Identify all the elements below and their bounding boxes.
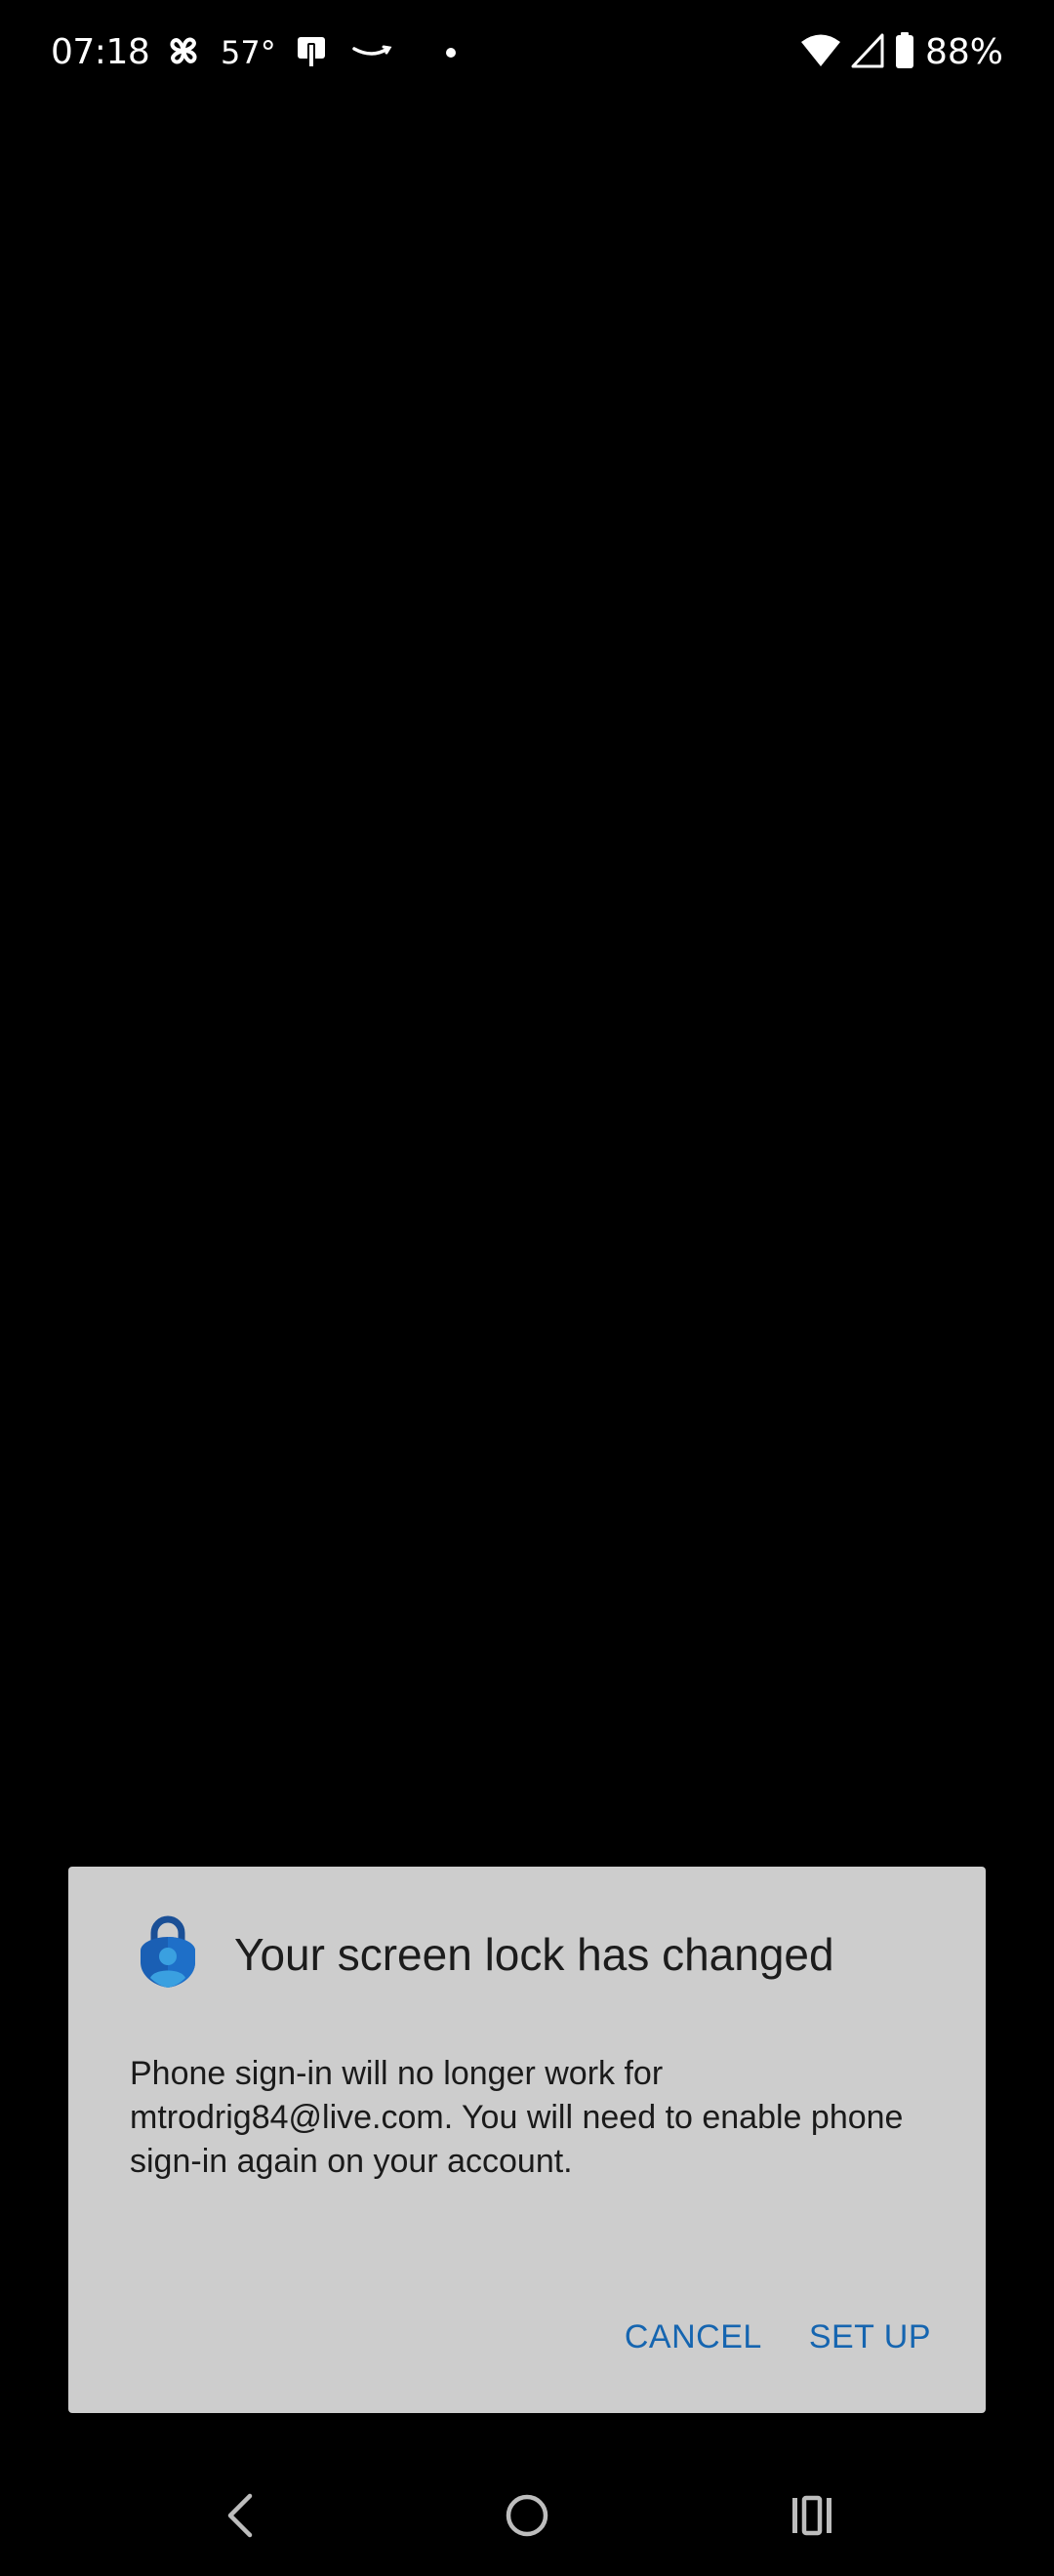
- dialog-header: Your screen lock has changed: [135, 1915, 834, 1993]
- status-icons-right: 88%: [800, 29, 1003, 76]
- recents-button[interactable]: [753, 2459, 871, 2576]
- recents-icon: [789, 2494, 835, 2541]
- status-time: 07:18: [51, 32, 150, 72]
- pinwheel-icon: [164, 31, 203, 74]
- cell-signal-icon: [851, 33, 884, 72]
- dialog-actions: CANCEL SET UP: [625, 2315, 931, 2358]
- cancel-button[interactable]: CANCEL: [625, 2315, 762, 2358]
- set-up-button[interactable]: SET UP: [809, 2315, 931, 2358]
- battery-percentage: 88%: [924, 32, 1003, 72]
- screen-lock-dialog: Your screen lock has changed Phone sign-…: [68, 1867, 986, 2413]
- home-button[interactable]: [468, 2459, 586, 2576]
- status-icons-left: 57°: [164, 29, 456, 76]
- status-bar: 07:18 57° 88%: [0, 0, 1054, 107]
- home-icon: [504, 2492, 550, 2543]
- amazon-smile-icon: [350, 31, 393, 74]
- wifi-icon: [800, 33, 841, 72]
- temperature-text: 57°: [221, 34, 276, 71]
- dialog-title: Your screen lock has changed: [234, 1929, 834, 1980]
- dialog-message: Phone sign-in will no longer work for mt…: [130, 2055, 904, 2180]
- screen: 07:18 57° 88% Your screen lock has chang…: [0, 0, 1054, 2576]
- authenticator-lock-icon: [135, 1915, 201, 1993]
- more-notifications-dot: [445, 48, 456, 58]
- notification-card-icon: [294, 31, 333, 74]
- navigation-bar: [0, 2459, 1054, 2576]
- back-icon: [221, 2492, 260, 2543]
- back-button[interactable]: [182, 2459, 299, 2576]
- battery-icon: [894, 31, 915, 74]
